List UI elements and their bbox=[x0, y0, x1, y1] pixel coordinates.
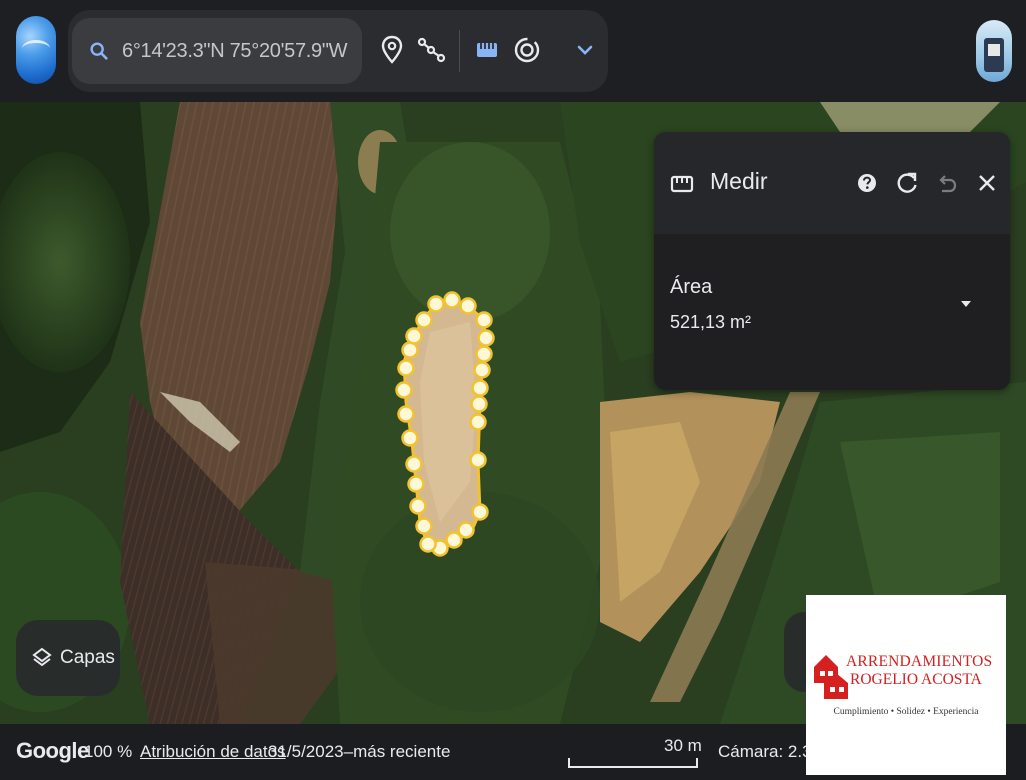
chevron-down-icon bbox=[577, 45, 593, 55]
measure-vertex[interactable] bbox=[427, 295, 445, 313]
measure-title: Medir bbox=[710, 168, 768, 194]
search-box[interactable] bbox=[72, 18, 362, 84]
measure-vertex[interactable] bbox=[469, 451, 487, 469]
measure-vertex[interactable] bbox=[401, 341, 419, 359]
avatar-image bbox=[984, 38, 1004, 72]
dropdown-icon[interactable] bbox=[956, 294, 976, 314]
layers-icon bbox=[32, 647, 52, 667]
measure-vertex[interactable] bbox=[459, 297, 477, 315]
measure-vertex[interactable] bbox=[419, 535, 437, 553]
brand-name-line2: ROGELIO ACOSTA bbox=[850, 671, 982, 688]
scale-bar[interactable] bbox=[568, 758, 698, 768]
route-icon bbox=[417, 37, 446, 63]
measure-vertex[interactable] bbox=[471, 503, 489, 521]
refresh-button[interactable] bbox=[892, 168, 922, 198]
layers-button[interactable]: Capas bbox=[16, 620, 120, 696]
measure-vertex[interactable] bbox=[415, 517, 433, 535]
house-logo-icon bbox=[814, 655, 848, 699]
undo-button[interactable] bbox=[932, 168, 962, 198]
measure-vertex[interactable] bbox=[475, 311, 493, 329]
measure-vertex[interactable] bbox=[415, 311, 433, 329]
brand-tagline: Cumplimiento • Solidez • Experiencia bbox=[833, 707, 979, 717]
measure-panel-header: Medir bbox=[654, 132, 1010, 234]
measure-button[interactable] bbox=[467, 30, 507, 70]
measure-vertex[interactable] bbox=[395, 381, 413, 399]
measure-vertex[interactable] bbox=[405, 455, 423, 473]
measure-vertex[interactable] bbox=[443, 291, 461, 309]
add-path-button[interactable] bbox=[412, 30, 452, 70]
imagery-date[interactable]: 31/5/2023–más reciente bbox=[268, 742, 450, 762]
measure-vertex[interactable] bbox=[407, 475, 425, 493]
measure-vertex[interactable] bbox=[405, 327, 423, 345]
measure-vertex[interactable] bbox=[397, 359, 415, 377]
toolbar-divider bbox=[459, 30, 460, 72]
scale-label: 30 m bbox=[664, 736, 702, 755]
measure-vertex[interactable] bbox=[475, 345, 493, 363]
measure-panel: Medir Área 521,13 m² bbox=[654, 132, 1010, 390]
google-logo: Google bbox=[16, 738, 89, 763]
measure-vertex[interactable] bbox=[409, 497, 427, 515]
zoom-level: 100 % bbox=[84, 742, 133, 761]
area-label: Área bbox=[670, 276, 713, 298]
measure-vertex[interactable] bbox=[469, 413, 487, 431]
measure-vertex[interactable] bbox=[477, 329, 495, 347]
search-toolbar bbox=[68, 10, 608, 92]
refresh-icon bbox=[897, 172, 917, 193]
close-icon bbox=[979, 175, 995, 191]
data-attribution-link[interactable]: Atribución de datos bbox=[140, 742, 286, 762]
measure-vertex[interactable] bbox=[445, 531, 463, 549]
ruler-icon bbox=[477, 43, 497, 57]
location-pin-icon bbox=[381, 35, 403, 64]
measure-vertex[interactable] bbox=[397, 405, 415, 423]
layers-label: Capas bbox=[60, 647, 115, 668]
help-button[interactable] bbox=[852, 168, 882, 198]
top-bar bbox=[0, 0, 1026, 102]
search-icon[interactable] bbox=[88, 39, 110, 63]
area-value: 521,13 m² bbox=[670, 312, 752, 332]
search-input[interactable] bbox=[122, 39, 362, 63]
measure-vertex[interactable] bbox=[401, 429, 419, 447]
ruler-icon bbox=[670, 175, 694, 193]
brand-name-line1: ARRENDAMIENTOS bbox=[846, 653, 993, 670]
account-avatar[interactable] bbox=[976, 20, 1012, 82]
real-estate-watermark: ARRENDAMIENTOS ROGELIO ACOSTA Cumplimien… bbox=[806, 595, 1006, 775]
google-earth-logo-icon[interactable] bbox=[16, 16, 56, 84]
voyager-icon bbox=[514, 37, 540, 63]
more-tools-button[interactable] bbox=[565, 30, 605, 70]
add-placemark-button[interactable] bbox=[372, 30, 412, 70]
measure-vertex[interactable] bbox=[470, 395, 488, 413]
close-button[interactable] bbox=[972, 168, 1002, 198]
undo-icon bbox=[939, 175, 957, 193]
measure-vertex[interactable] bbox=[473, 361, 491, 379]
voyager-button[interactable] bbox=[507, 30, 547, 70]
measure-vertex[interactable] bbox=[471, 379, 489, 397]
help-icon bbox=[858, 174, 876, 192]
